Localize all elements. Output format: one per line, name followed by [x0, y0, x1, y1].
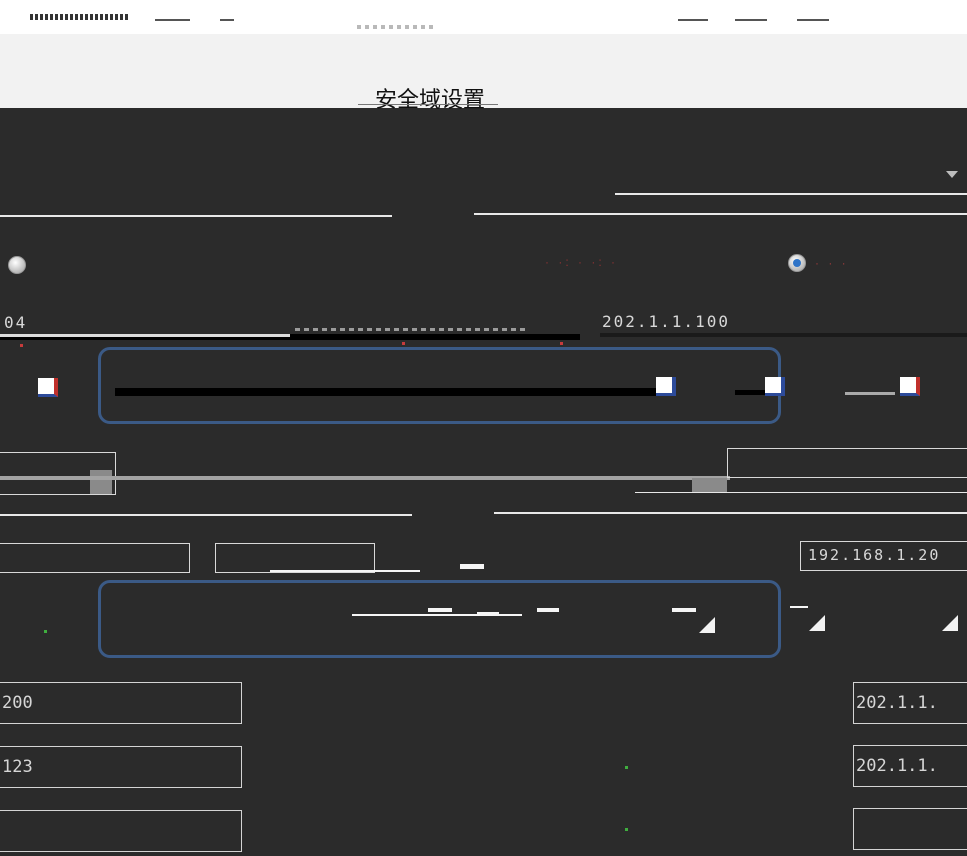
field-underline-right	[474, 213, 967, 215]
chevron-down-icon[interactable]	[946, 171, 958, 178]
resize-corner-icon	[942, 615, 958, 631]
ip-text-right: 202.1.1.100	[602, 312, 730, 331]
selector-right-handle[interactable]	[692, 478, 727, 492]
radio-option-right[interactable]	[788, 254, 806, 272]
input-field-right-2[interactable]: 202.1.1.	[853, 745, 967, 787]
row-tick-2	[477, 612, 499, 616]
slider-track[interactable]	[115, 388, 660, 396]
ip-right-field-text: 192.168.1.20	[808, 546, 941, 564]
checkbox-3[interactable]	[765, 377, 785, 396]
resize-corner-icon	[699, 617, 715, 633]
selector-right[interactable]	[727, 448, 967, 478]
field-underline-left	[0, 215, 392, 217]
nav-center-label	[357, 25, 437, 29]
range-line	[270, 570, 420, 572]
status-dot	[625, 766, 628, 769]
range-marker	[460, 564, 484, 569]
brand-logo	[30, 14, 130, 20]
highlight-box-lower	[98, 580, 781, 658]
top-nav-bar	[0, 0, 967, 34]
range-start-field[interactable]	[0, 543, 190, 573]
slider-track-short	[735, 390, 767, 395]
ip-strip-light	[0, 334, 290, 337]
checkbox-1[interactable]	[38, 378, 58, 397]
nav-link-5[interactable]	[797, 19, 829, 21]
nav-link-4[interactable]	[735, 19, 767, 21]
nav-link-3[interactable]	[678, 19, 708, 21]
ip-text-left: 04	[4, 313, 28, 332]
label-stub	[845, 392, 895, 395]
row-tick-1	[428, 608, 452, 612]
resize-corner-icon	[809, 615, 825, 631]
page-title: 安全域设置	[374, 88, 485, 113]
radio-option-left[interactable]	[8, 256, 26, 274]
status-dot	[625, 828, 628, 831]
divider-left	[0, 514, 412, 516]
marker-dot	[402, 342, 405, 345]
marker-dot	[20, 344, 23, 347]
row-tick-3	[537, 608, 559, 612]
radio-label-right: · · ·	[815, 256, 849, 270]
divider-right	[494, 512, 967, 514]
highlight-box-upper	[98, 347, 781, 424]
ip-strip-bar-right	[600, 333, 967, 337]
input-field-right-3[interactable]	[853, 808, 967, 850]
title-underline	[358, 104, 498, 105]
selector-right-underline	[635, 492, 967, 493]
range-end-field[interactable]	[215, 543, 375, 573]
input-field-left-3[interactable]	[0, 810, 242, 852]
ip-strip-dots	[295, 328, 525, 331]
input-field-left-1[interactable]: 200	[0, 682, 242, 724]
input-field-right-1[interactable]: 202.1.1.	[853, 682, 967, 724]
input-field-left-2[interactable]: 123	[0, 746, 242, 788]
selector-rail	[0, 476, 730, 480]
checkbox-2[interactable]	[656, 377, 676, 396]
row-tick-5	[790, 606, 808, 608]
header: 安全域设置	[0, 0, 967, 113]
nav-link-2[interactable]	[220, 19, 234, 21]
marker-dot	[560, 342, 563, 345]
radio-label-center: · ·: · ·: ·	[545, 255, 618, 269]
nav-link-1[interactable]	[155, 19, 190, 21]
row-tick-4	[672, 608, 696, 612]
selector-left-handle[interactable]	[90, 470, 112, 494]
status-dot	[44, 630, 47, 633]
checkbox-4[interactable]	[900, 377, 920, 396]
dropdown-underline	[615, 193, 967, 195]
